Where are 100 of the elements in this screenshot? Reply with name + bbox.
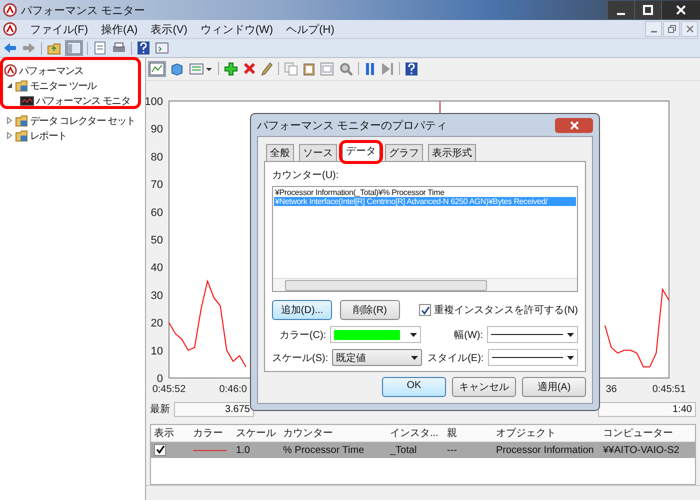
tree-item[interactable]: レポート [30, 128, 67, 142]
y-axis-label: 20 [150, 317, 163, 330]
x-axis-label: 0:45:51 [652, 384, 686, 395]
printer-icon[interactable] [112, 41, 126, 55]
folder-icon [15, 80, 28, 92]
column-header[interactable]: 親 [444, 426, 493, 440]
table-cell-text: % Processor Time [282, 444, 366, 456]
dialog-button[interactable]: OK [382, 377, 446, 397]
line-width-dropdown[interactable] [487, 326, 578, 343]
stat-value: 1:40 [598, 402, 696, 417]
table-cell-text: ¥¥AITO-VAIO-S2 [602, 444, 680, 456]
y-axis-label: 50 [150, 234, 163, 246]
tab[interactable]: グラフ [385, 144, 423, 161]
menu-item[interactable]: ヘルプ(H) [286, 22, 334, 36]
add-button[interactable]: 追加(D)... [272, 300, 332, 320]
step-forward-icon[interactable] [381, 62, 394, 76]
x-axis-label: 0:46:0 [219, 384, 247, 395]
caret-icon [567, 356, 574, 360]
column-header[interactable]: カウンター [280, 426, 387, 440]
folder-icon[interactable] [47, 42, 61, 54]
plus-icon[interactable] [224, 62, 238, 76]
column-header[interactable]: スケール [233, 426, 280, 440]
y-axis-label: 70 [150, 178, 163, 191]
y-axis-label: 90 [150, 123, 163, 136]
menu-item[interactable]: ファイル(F) [30, 22, 88, 36]
legend-row[interactable]: 1.0 % Processor Time _Total --- Processor Information ¥¥AITO-VAIO-S2 [151, 442, 695, 458]
minimize-button[interactable] [607, 1, 634, 19]
delete-icon[interactable] [243, 62, 256, 76]
back-arrow-icon[interactable] [3, 42, 17, 54]
table-cell-text: _Total [388, 444, 418, 456]
dialog-button[interactable]: キャンセル [452, 377, 516, 397]
field-label: スケール(S): [272, 352, 328, 364]
field-label: 幅(W): [453, 328, 483, 342]
expand-arrow-icon[interactable] [6, 132, 13, 139]
stat-label: 最新 [150, 402, 170, 416]
maximize-button[interactable] [634, 1, 661, 19]
y-axis-label: 0 [156, 372, 163, 385]
tab[interactable]: 表示形式 [428, 144, 476, 161]
scale-dropdown[interactable]: 既定値 [332, 349, 422, 366]
tab[interactable]: 全般 [266, 144, 294, 161]
x-axis-label: 36 [606, 384, 617, 395]
close-icon [686, 25, 694, 33]
clipboard-icon[interactable] [303, 62, 315, 76]
column-header[interactable]: オブジェクト [493, 426, 600, 440]
column-header[interactable]: 表示 [151, 426, 190, 440]
collapse-arrow-icon[interactable] [6, 82, 13, 89]
pause-icon[interactable] [364, 62, 376, 76]
restore-button[interactable] [663, 21, 680, 37]
maximize-icon [643, 5, 653, 15]
forward-arrow-icon[interactable] [22, 42, 36, 54]
close-button[interactable] [661, 1, 700, 19]
column-header[interactable]: コンピューター [600, 426, 695, 440]
y-axis-label: 30 [150, 290, 163, 302]
tab[interactable]: データ [342, 142, 380, 161]
line-chart-icon[interactable] [149, 62, 165, 76]
remove-button[interactable]: 削除(R) [340, 300, 400, 320]
tree-item[interactable]: パフォーマンス [19, 64, 84, 78]
table-cell-text: 1.0 [235, 444, 251, 456]
chart-icon [20, 96, 34, 106]
magnifier-icon[interactable] [339, 62, 353, 76]
checkbox-label: 重複インスタンスを許可する(N) [434, 304, 578, 317]
x-axis-label: 0:45:52 [152, 384, 186, 395]
folder-icon [15, 114, 28, 126]
help-icon[interactable] [405, 62, 418, 76]
y-axis-label: 80 [150, 151, 163, 164]
copy-icon[interactable] [284, 62, 298, 76]
caret-icon [411, 356, 418, 360]
list-item[interactable]: ¥Processor Information(_Total)¥% Processor Time [274, 188, 444, 197]
horizontal-scrollbar[interactable] [273, 278, 577, 291]
menu-item[interactable]: 表示(V) [150, 22, 188, 36]
checkbox[interactable] [154, 444, 166, 456]
field-label: スタイル(E): [426, 352, 484, 364]
caret-icon [567, 332, 574, 336]
console-window-icon[interactable] [155, 41, 169, 55]
help-icon[interactable] [137, 41, 150, 55]
tree-item[interactable]: データ コレクター セット [30, 114, 136, 128]
tab[interactable]: ソース [299, 144, 337, 161]
column-header[interactable]: インスタ... [387, 426, 444, 440]
checkbox[interactable] [419, 304, 432, 316]
close-icon [570, 120, 578, 130]
minimize-icon [617, 12, 625, 14]
column-header[interactable]: カラー [190, 426, 233, 440]
folder-icon [15, 130, 28, 142]
line-style-dropdown[interactable] [488, 349, 578, 366]
field-label: カウンター(U): [272, 169, 340, 182]
panel-toggle-icon[interactable] [66, 41, 82, 55]
tree-item[interactable]: パフォーマンス モニタ [36, 94, 130, 108]
menu-item[interactable]: ウィンドウ(W) [200, 22, 274, 36]
pencil-icon[interactable] [261, 62, 273, 76]
tree-item[interactable]: モニター ツール [30, 78, 96, 92]
stat-value: 3.675 [174, 402, 254, 417]
y-axis-label: 10 [150, 344, 163, 357]
y-axis-label: 60 [150, 206, 163, 218]
field-label: カラー(C): [278, 328, 326, 342]
color-dropdown[interactable] [330, 326, 422, 343]
menu-item[interactable]: 操作(A) [101, 22, 138, 36]
dialog-title: パフォーマンス モニターのプロパティ [257, 118, 448, 132]
dialog-button[interactable]: 適用(A) [522, 377, 586, 397]
expand-arrow-icon[interactable] [6, 117, 13, 124]
table-cell-text: Processor Information [495, 444, 595, 456]
